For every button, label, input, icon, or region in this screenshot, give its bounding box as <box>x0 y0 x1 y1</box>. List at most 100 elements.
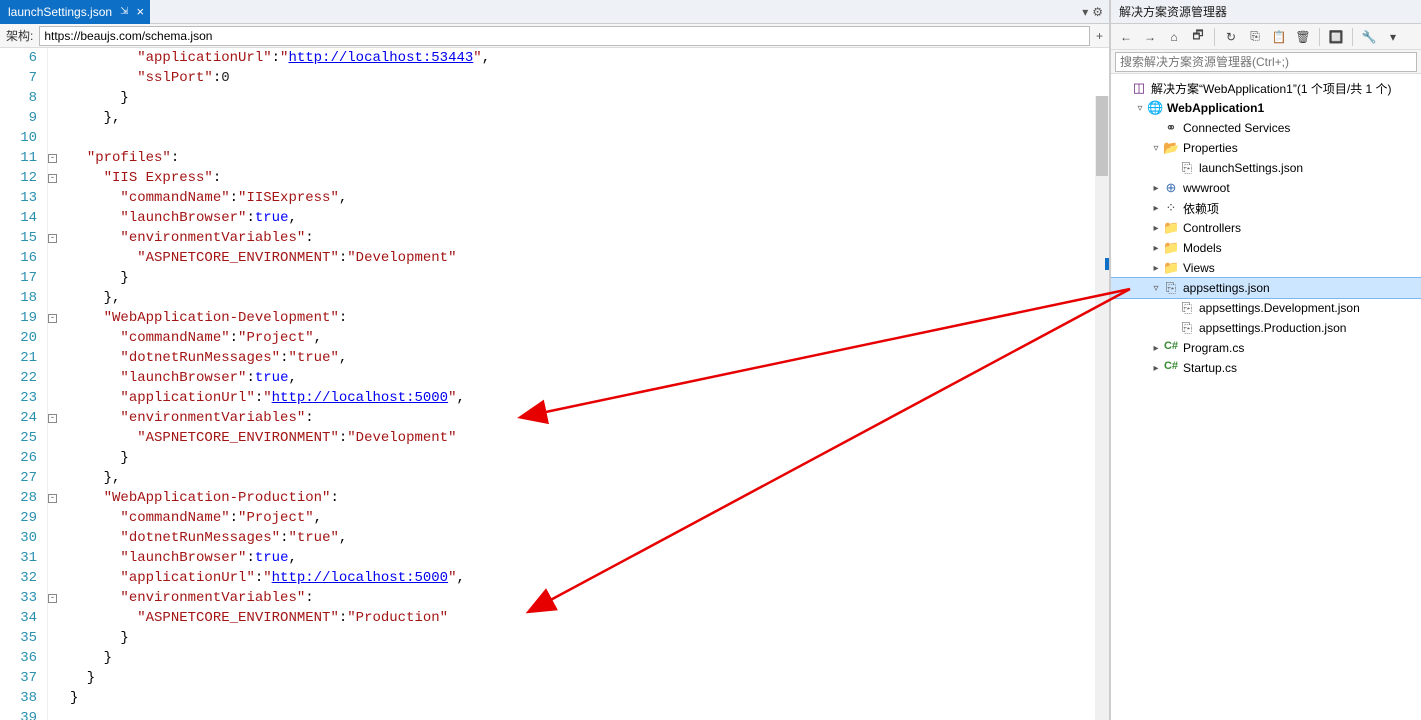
code-line[interactable] <box>64 708 1109 720</box>
tree-item[interactable]: ◫解决方案“WebApplication1”(1 个项目/共 1 个) <box>1111 78 1421 98</box>
code-line[interactable]: "launchBrowser":true, <box>64 548 1109 568</box>
code-line[interactable]: "dotnetRunMessages":"true", <box>64 348 1109 368</box>
fold-toggle-icon[interactable]: - <box>48 414 57 423</box>
code-line[interactable]: } <box>64 648 1109 668</box>
toolbar-button[interactable]: 🔧 <box>1358 26 1380 48</box>
line-number: 12 <box>0 168 37 188</box>
scrollbar-track[interactable] <box>1095 96 1109 720</box>
code-line[interactable]: "applicationUrl":"http://localhost:53443… <box>64 48 1109 68</box>
code-line[interactable]: } <box>64 628 1109 648</box>
line-number: 34 <box>0 608 37 628</box>
tree-item[interactable]: ▸C#Program.cs <box>1111 338 1421 358</box>
code-body[interactable]: "applicationUrl":"http://localhost:53443… <box>64 48 1109 720</box>
toolbar-separator <box>1214 28 1215 46</box>
expand-icon[interactable]: ▸ <box>1149 343 1163 354</box>
expand-icon[interactable]: ▿ <box>1149 283 1163 294</box>
code-line[interactable]: "ASPNETCORE_ENVIRONMENT":"Development" <box>64 248 1109 268</box>
toolbar-button[interactable]: 🗗 <box>1187 26 1209 48</box>
tree-item[interactable]: ▸📁Controllers <box>1111 218 1421 238</box>
toolbar-button[interactable]: 🔲 <box>1325 26 1347 48</box>
line-number: 25 <box>0 428 37 448</box>
code-editor[interactable]: 6789101112131415161718192021222324252627… <box>0 48 1109 720</box>
expand-icon[interactable]: ▸ <box>1149 223 1163 234</box>
expand-icon[interactable]: ▸ <box>1149 263 1163 274</box>
tree-item[interactable]: ▸⁘依赖项 <box>1111 198 1421 218</box>
solution-tree[interactable]: ◫解决方案“WebApplication1”(1 个项目/共 1 个)▿🌐Web… <box>1111 74 1421 720</box>
tree-item[interactable]: ▿⎘appsettings.json <box>1111 278 1421 298</box>
expand-icon[interactable]: ▸ <box>1149 243 1163 254</box>
close-icon[interactable]: × <box>136 4 144 19</box>
tree-item-label: Startup.cs <box>1183 361 1237 375</box>
tree-item[interactable]: ▸⊕wwwroot <box>1111 178 1421 198</box>
toolbar-button[interactable]: → <box>1139 26 1161 48</box>
line-number: 6 <box>0 48 37 68</box>
code-line[interactable]: "commandName":"Project", <box>64 508 1109 528</box>
code-line[interactable]: "environmentVariables": <box>64 408 1109 428</box>
toolbar-button[interactable]: ↻ <box>1220 26 1242 48</box>
code-line[interactable]: "launchBrowser":true, <box>64 208 1109 228</box>
code-line[interactable]: } <box>64 448 1109 468</box>
tab-dropdown-icon[interactable]: ▾ <box>1082 5 1088 19</box>
toolbar-button[interactable]: ▾ <box>1382 26 1404 48</box>
fold-toggle-icon[interactable]: - <box>48 594 57 603</box>
fold-gutter[interactable]: - - - - - - - <box>48 48 64 720</box>
toolbar-button[interactable]: ⌂ <box>1163 26 1185 48</box>
gear-icon[interactable]: ⚙ <box>1092 5 1103 19</box>
expand-icon[interactable]: ▿ <box>1149 143 1163 154</box>
tree-item[interactable]: ⚭Connected Services <box>1111 118 1421 138</box>
code-line[interactable]: "environmentVariables": <box>64 588 1109 608</box>
fold-toggle-icon[interactable]: - <box>48 234 57 243</box>
fold-toggle-icon[interactable]: - <box>48 494 57 503</box>
code-line[interactable]: "WebApplication-Production": <box>64 488 1109 508</box>
expand-icon[interactable]: ▿ <box>1133 103 1147 114</box>
code-line[interactable]: "WebApplication-Development": <box>64 308 1109 328</box>
fold-toggle-icon[interactable]: - <box>48 154 57 163</box>
tree-item[interactable]: ▸📁Models <box>1111 238 1421 258</box>
code-line[interactable]: } <box>64 668 1109 688</box>
code-line[interactable]: "dotnetRunMessages":"true", <box>64 528 1109 548</box>
schema-add-icon[interactable]: + <box>1090 29 1109 43</box>
scrollbar-thumb[interactable] <box>1096 96 1108 176</box>
line-number: 23 <box>0 388 37 408</box>
code-line[interactable]: "commandName":"IISExpress", <box>64 188 1109 208</box>
tree-item[interactable]: ▸📁Views <box>1111 258 1421 278</box>
file-tab-active[interactable]: launchSettings.json ⇲ × <box>0 0 150 24</box>
tree-item[interactable]: ▸C#Startup.cs <box>1111 358 1421 378</box>
code-line[interactable]: "applicationUrl":"http://localhost:5000"… <box>64 568 1109 588</box>
code-line[interactable]: "sslPort":0 <box>64 68 1109 88</box>
code-line[interactable]: "profiles": <box>64 148 1109 168</box>
expand-icon[interactable]: ▸ <box>1149 203 1163 214</box>
code-line[interactable]: "IIS Express": <box>64 168 1109 188</box>
line-number: 8 <box>0 88 37 108</box>
tree-item[interactable]: ⎘appsettings.Production.json <box>1111 318 1421 338</box>
code-line[interactable]: } <box>64 88 1109 108</box>
expand-icon[interactable]: ▸ <box>1149 183 1163 194</box>
pin-icon[interactable]: ⇲ <box>120 6 128 17</box>
search-input[interactable] <box>1115 52 1417 72</box>
code-line[interactable]: }, <box>64 108 1109 128</box>
tree-item[interactable]: ⎘appsettings.Development.json <box>1111 298 1421 318</box>
tree-item[interactable]: ▿📂Properties <box>1111 138 1421 158</box>
line-number: 30 <box>0 528 37 548</box>
tree-item[interactable]: ⎘launchSettings.json <box>1111 158 1421 178</box>
code-line[interactable]: }, <box>64 288 1109 308</box>
code-line[interactable]: "ASPNETCORE_ENVIRONMENT":"Production" <box>64 608 1109 628</box>
toolbar-button[interactable]: 📋 <box>1268 26 1290 48</box>
code-line[interactable]: "commandName":"Project", <box>64 328 1109 348</box>
code-line[interactable]: } <box>64 688 1109 708</box>
code-line[interactable]: "ASPNETCORE_ENVIRONMENT":"Development" <box>64 428 1109 448</box>
toolbar-button[interactable]: 🗑 <box>1292 26 1314 48</box>
code-line[interactable]: "environmentVariables": <box>64 228 1109 248</box>
code-line[interactable] <box>64 128 1109 148</box>
schema-input[interactable] <box>39 26 1090 46</box>
fold-toggle-icon[interactable]: - <box>48 314 57 323</box>
toolbar-button[interactable]: ← <box>1115 26 1137 48</box>
toolbar-button[interactable]: ⎘ <box>1244 26 1266 48</box>
code-line[interactable]: } <box>64 268 1109 288</box>
code-line[interactable]: "launchBrowser":true, <box>64 368 1109 388</box>
code-line[interactable]: "applicationUrl":"http://localhost:5000"… <box>64 388 1109 408</box>
tree-item[interactable]: ▿🌐WebApplication1 <box>1111 98 1421 118</box>
fold-toggle-icon[interactable]: - <box>48 174 57 183</box>
code-line[interactable]: }, <box>64 468 1109 488</box>
expand-icon[interactable]: ▸ <box>1149 363 1163 374</box>
